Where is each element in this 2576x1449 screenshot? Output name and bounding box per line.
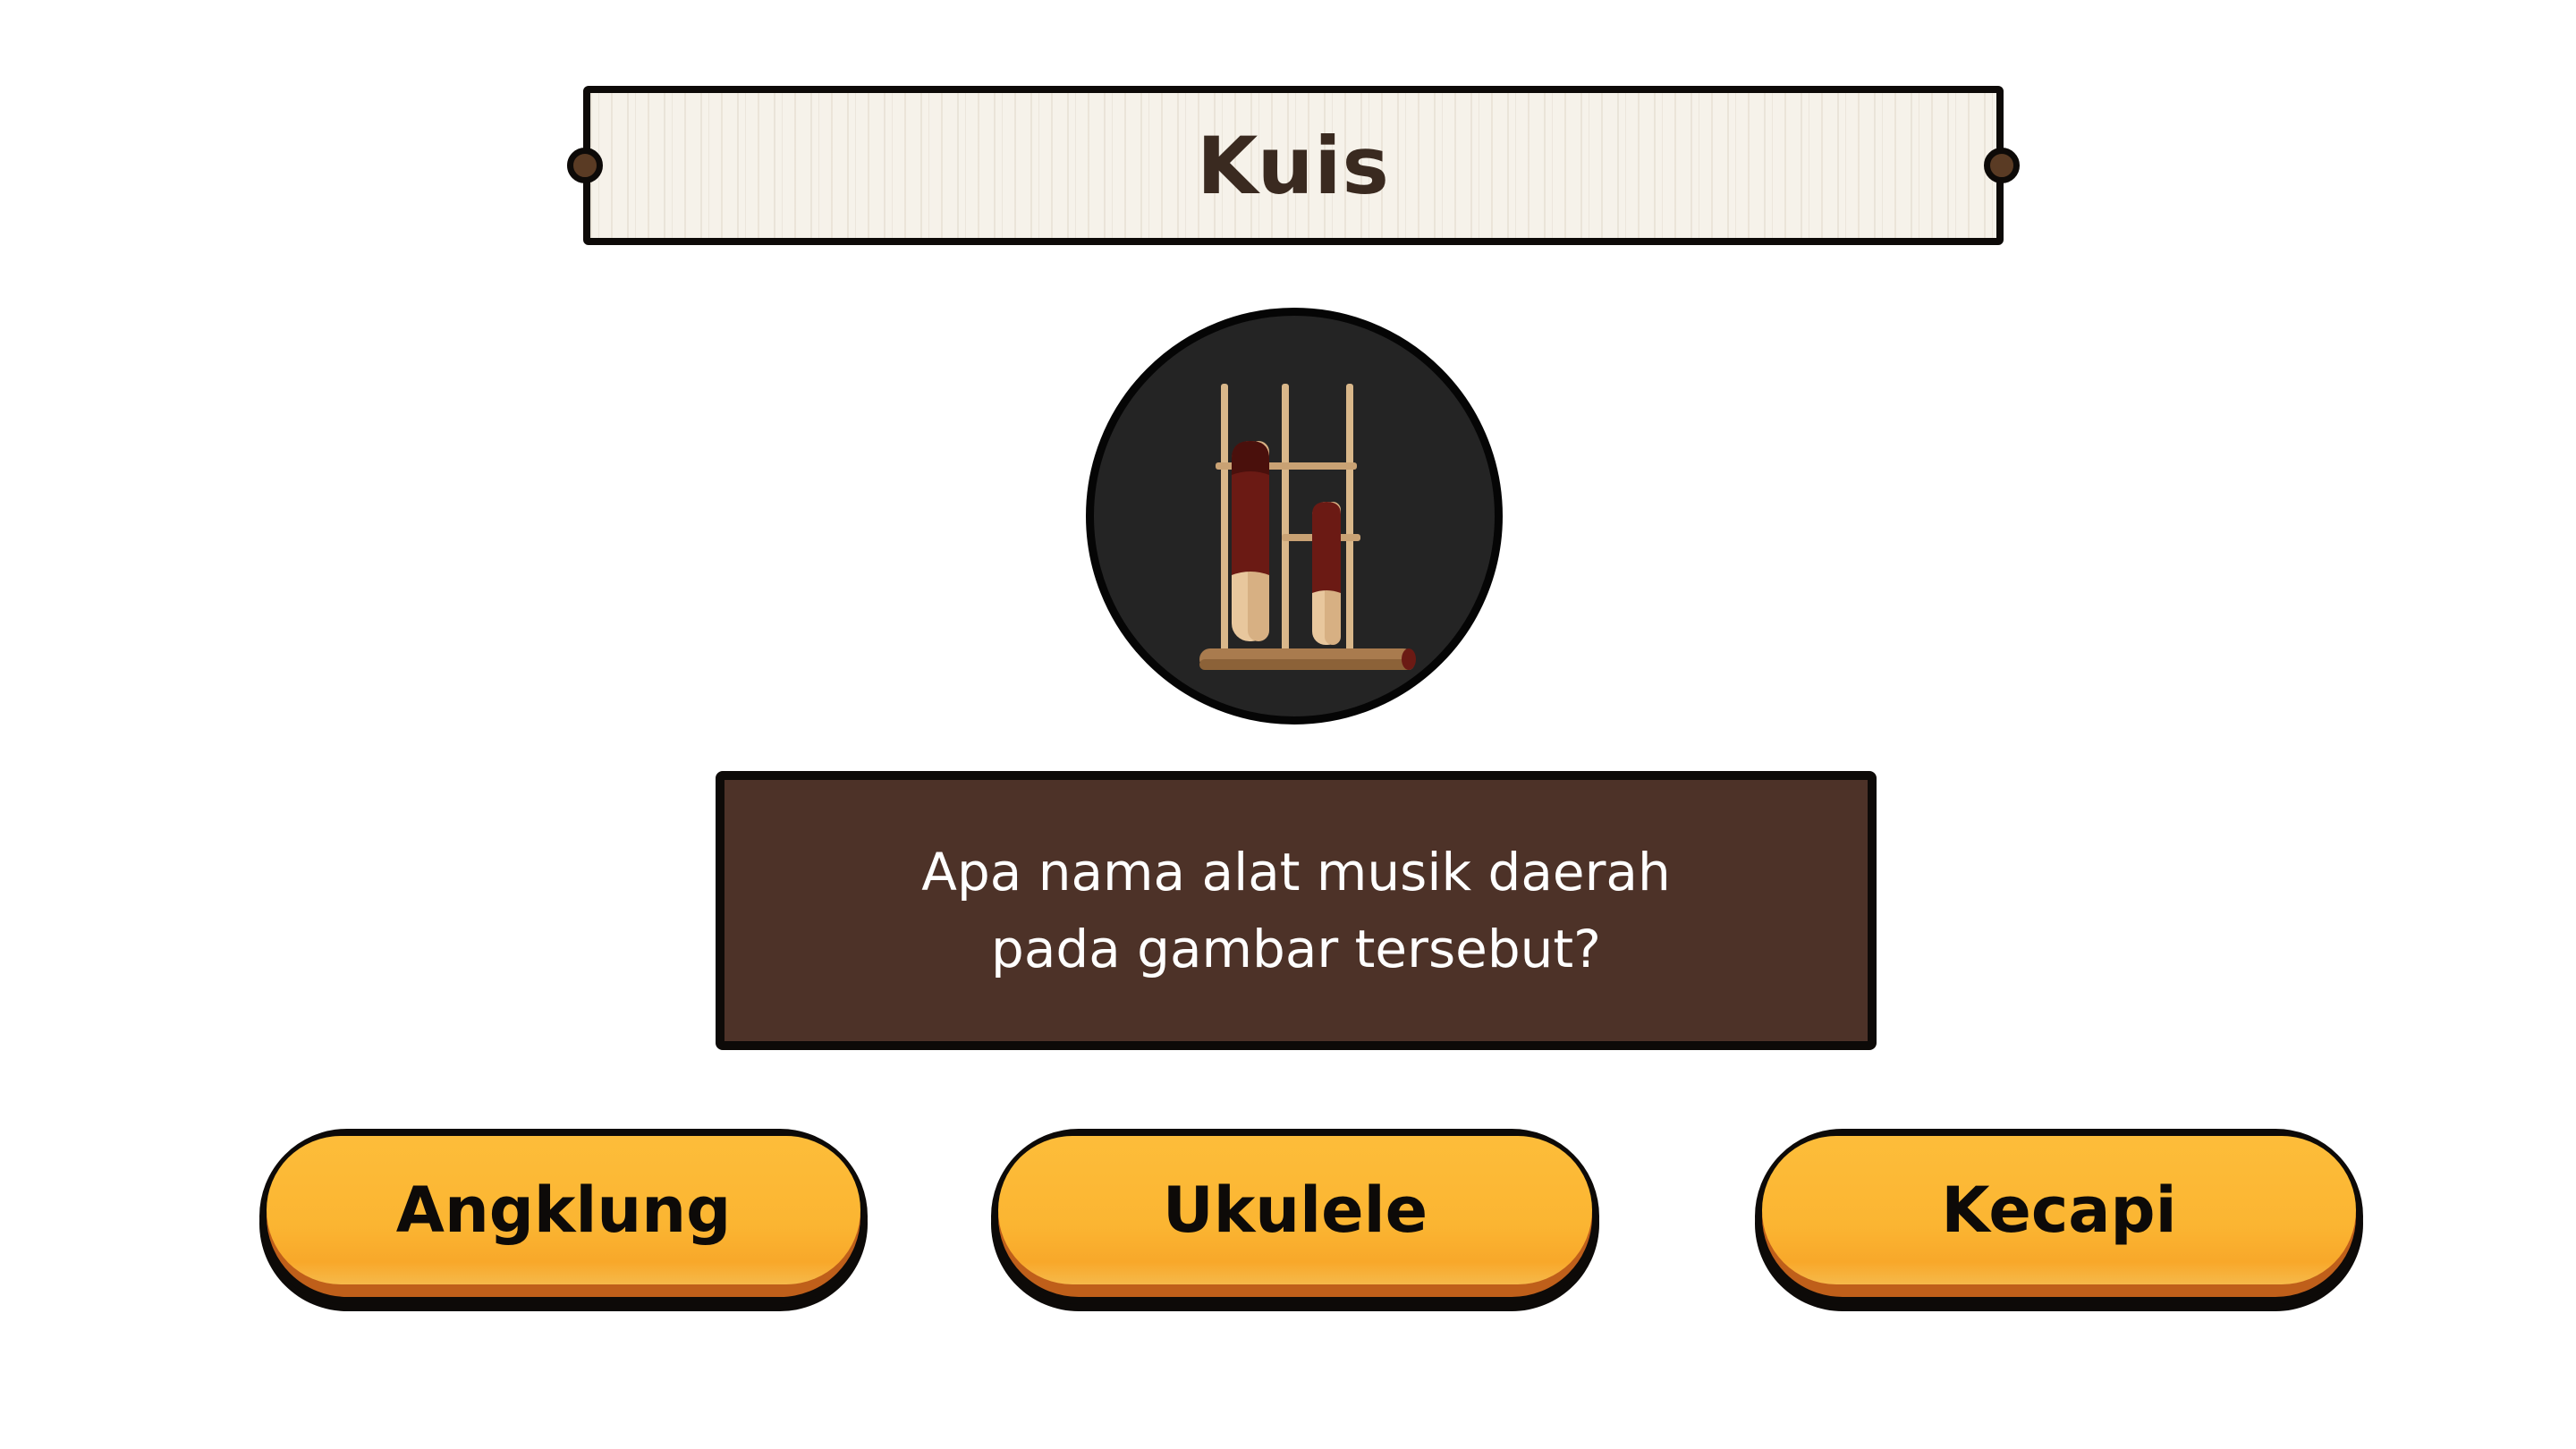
question-image <box>1086 308 1503 724</box>
answer-label: Kecapi <box>1941 1174 2177 1247</box>
answer-button-face: Ukulele <box>998 1136 1592 1284</box>
angklung-icon <box>1199 384 1416 670</box>
answer-button-kecapi[interactable]: Kecapi <box>1755 1129 2363 1304</box>
question-text: Apa nama alat musik daerah pada gambar t… <box>921 842 1671 979</box>
answer-button-face: Kecapi <box>1762 1136 2356 1284</box>
title-banner: Kuis <box>567 86 2020 245</box>
quiz-screen: Kuis Apa nama alat musik daerah pada gam… <box>0 0 2576 1449</box>
answer-button-face: Angklung <box>267 1136 860 1284</box>
answer-button-angklung[interactable]: Angklung <box>259 1129 868 1304</box>
nail-left-icon <box>567 148 603 183</box>
nail-right-icon <box>1984 148 2020 183</box>
answer-button-ukulele[interactable]: Ukulele <box>991 1129 1599 1304</box>
answer-label: Angklung <box>395 1174 732 1247</box>
page-title: Kuis <box>1197 119 1390 212</box>
question-panel: Apa nama alat musik daerah pada gambar t… <box>716 771 1877 1050</box>
answer-label: Ukulele <box>1162 1174 1428 1247</box>
